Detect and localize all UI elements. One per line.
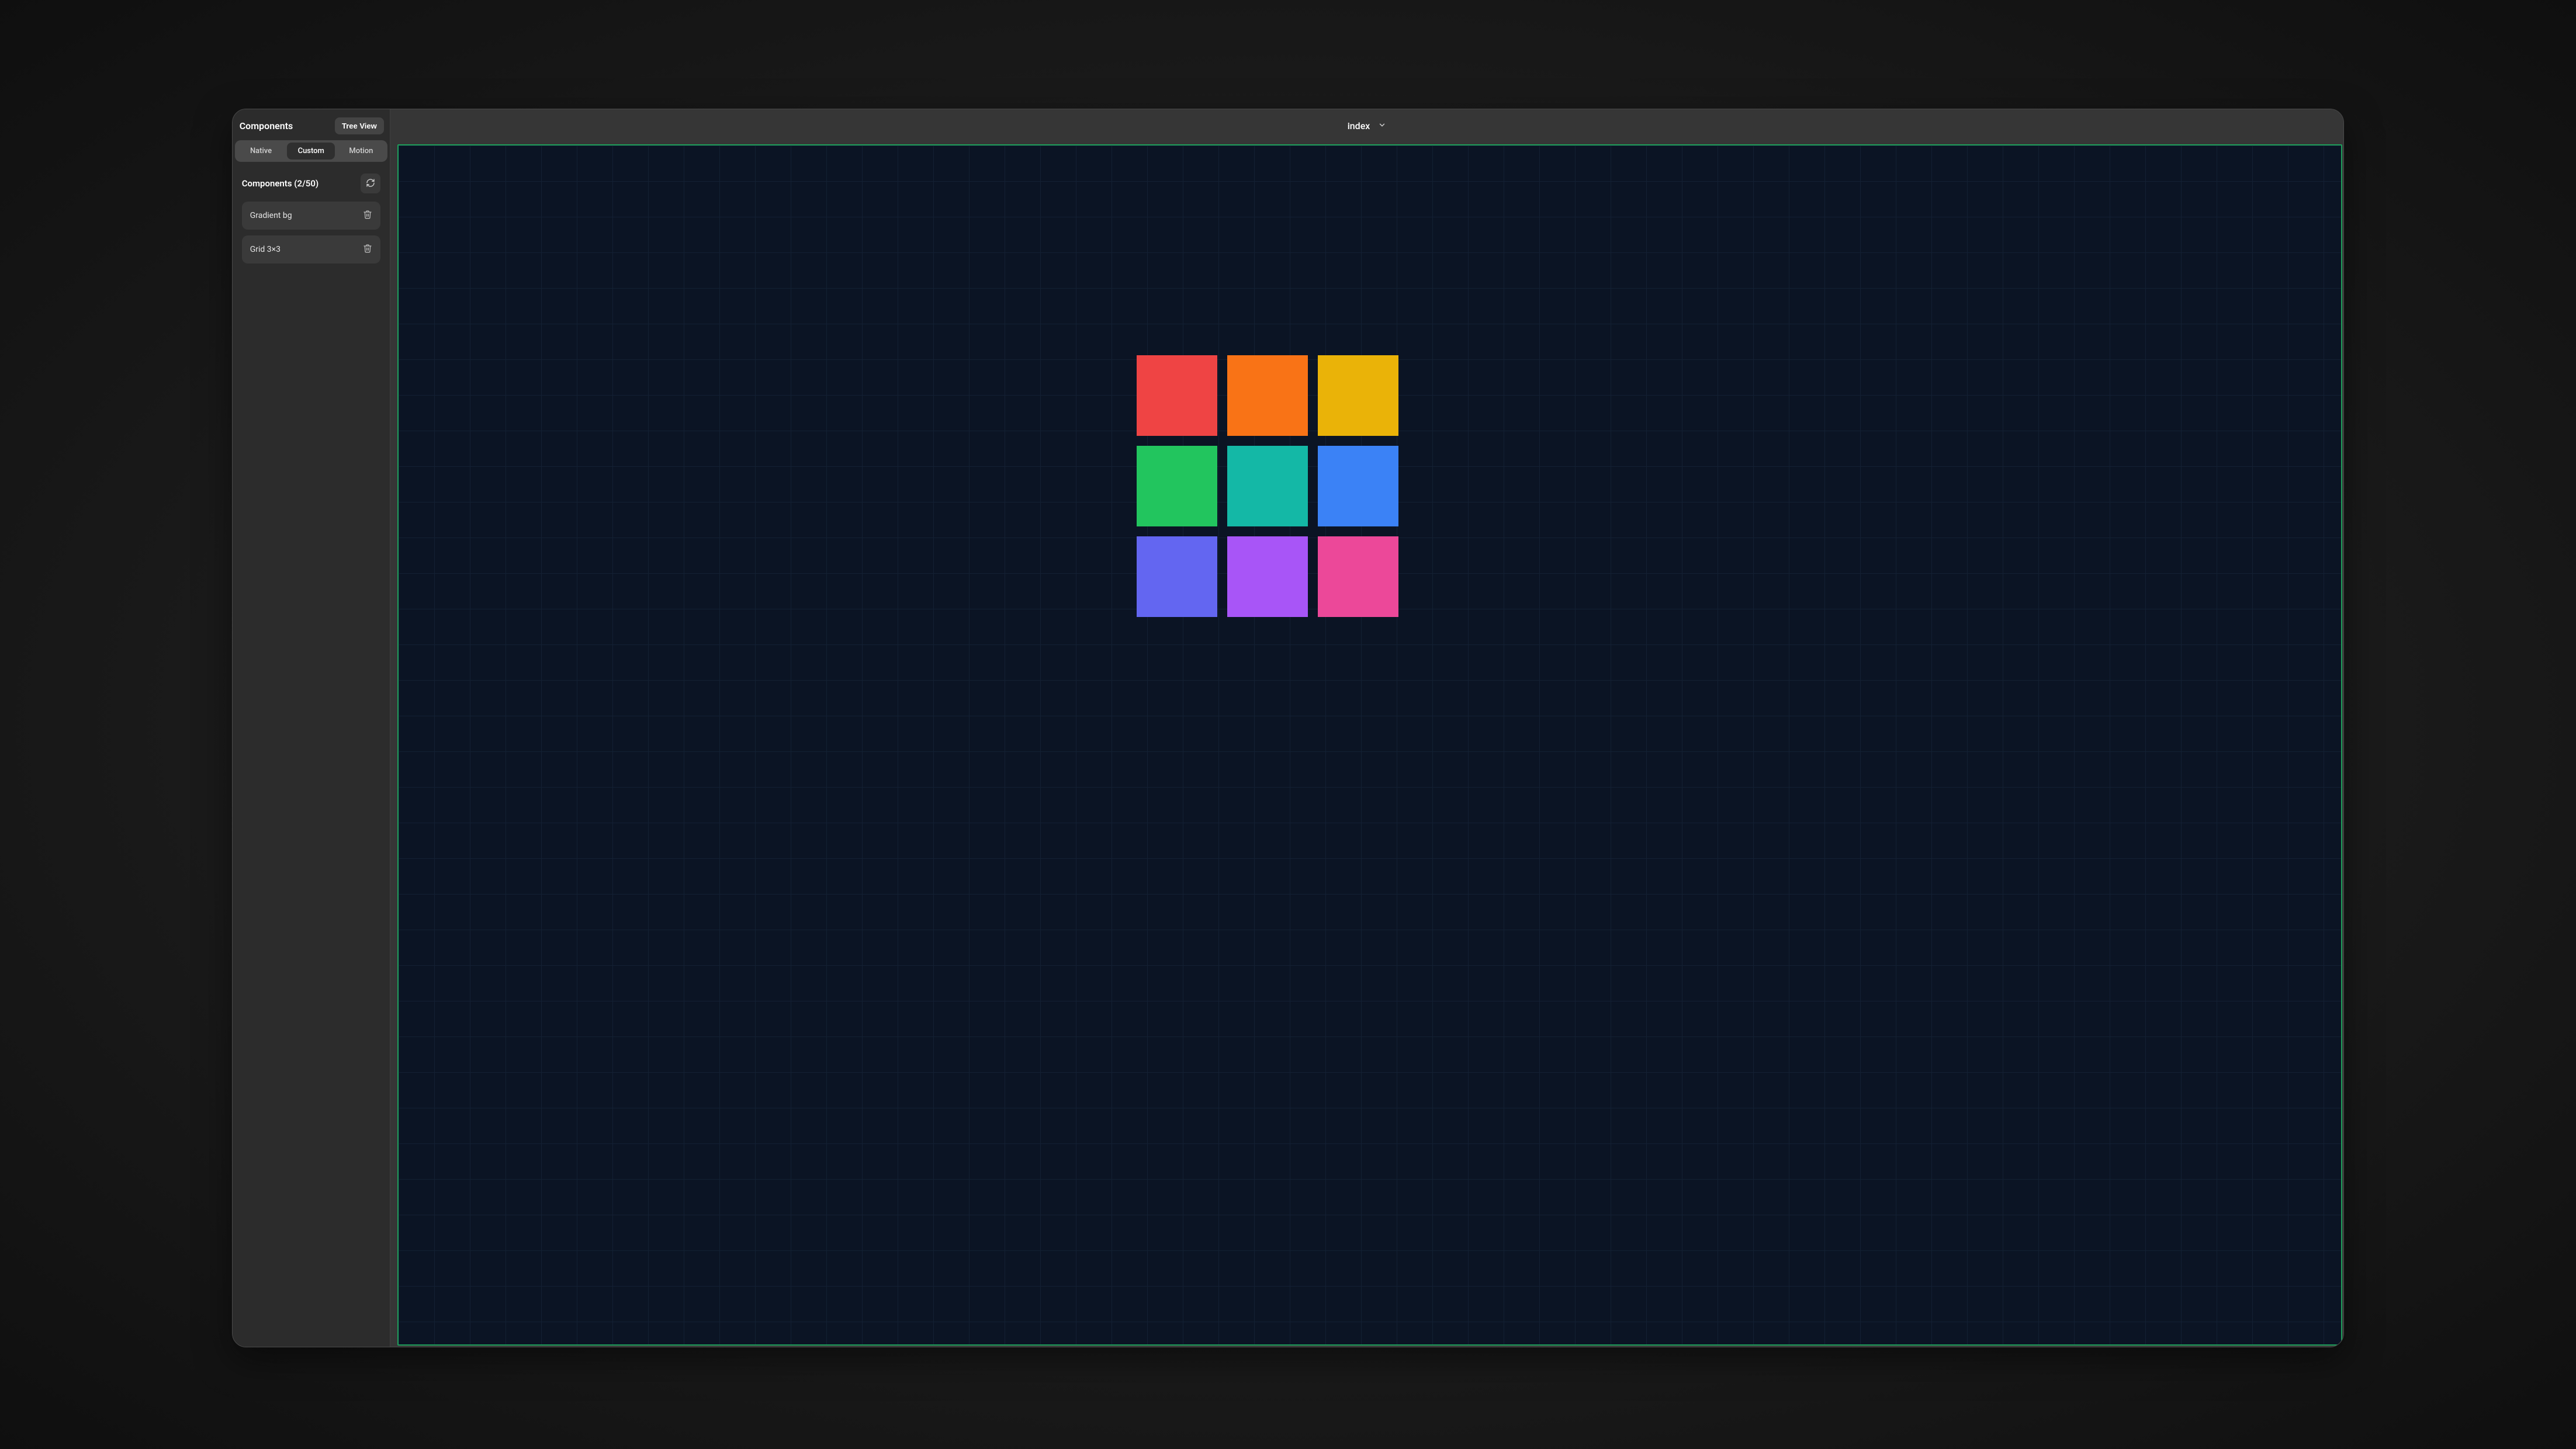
list-item-label: Grid 3×3 xyxy=(250,245,281,254)
grid-cell[interactable] xyxy=(1227,355,1308,436)
canvas-wrap xyxy=(390,142,2344,1347)
canvas[interactable] xyxy=(397,144,2343,1346)
list-item-label: Gradient bg xyxy=(250,211,292,220)
sidebar-title: Components xyxy=(238,120,293,131)
list-item[interactable]: Gradient bg xyxy=(242,202,380,230)
refresh-button[interactable] xyxy=(361,174,380,193)
grid-cell[interactable] xyxy=(1137,355,1217,436)
section-header: Components (2/50) xyxy=(242,174,380,193)
grid-cell[interactable] xyxy=(1318,446,1398,526)
sidebar-header: Components Tree View xyxy=(233,109,390,140)
grid-cell[interactable] xyxy=(1318,355,1398,436)
page-name-label[interactable]: index xyxy=(1348,120,1370,131)
trash-icon[interactable] xyxy=(363,244,372,255)
tab-native[interactable]: Native xyxy=(237,143,285,160)
refresh-icon xyxy=(366,178,375,189)
app-body: Components Tree View Native Custom Motio… xyxy=(233,109,2344,1347)
grid-cell[interactable] xyxy=(1318,536,1398,617)
grid-3x3[interactable] xyxy=(1137,355,1398,617)
tab-custom[interactable]: Custom xyxy=(287,143,335,160)
list-item[interactable]: Grid 3×3 xyxy=(242,235,380,264)
grid-cell[interactable] xyxy=(1137,536,1217,617)
component-list: Gradient bg Grid 3×3 xyxy=(242,202,380,264)
tree-view-button[interactable]: Tree View xyxy=(335,117,384,134)
trash-icon[interactable] xyxy=(363,210,372,221)
grid-cell[interactable] xyxy=(1227,536,1308,617)
grid-cell[interactable] xyxy=(1137,446,1217,526)
app-window: index Components Tree View Native Custom… xyxy=(232,109,2345,1347)
components-section: Components (2/50) Gradient bg xyxy=(233,170,390,264)
grid-cell[interactable] xyxy=(1227,446,1308,526)
tab-strip: Native Custom Motion xyxy=(235,140,387,162)
section-title: Components (2/50) xyxy=(242,178,318,189)
tab-motion[interactable]: Motion xyxy=(337,143,385,160)
titlebar: index xyxy=(390,109,2344,142)
sidebar: Components Tree View Native Custom Motio… xyxy=(233,109,390,1347)
chevron-down-icon[interactable] xyxy=(1378,120,1386,131)
